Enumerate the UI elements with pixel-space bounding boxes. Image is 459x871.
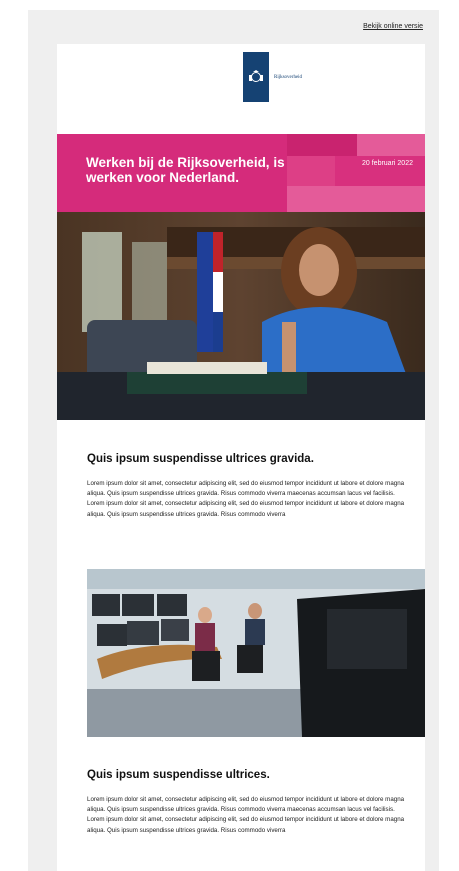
crest-icon bbox=[243, 52, 269, 102]
view-online-link[interactable]: Bekijk online versie bbox=[363, 23, 423, 30]
section-body: Lorem ipsum dolor sit amet, consectetur … bbox=[87, 480, 405, 518]
section-heading: Quis ipsum suspendisse ultrices gravida. bbox=[87, 453, 314, 465]
header-banner: Werken bij de Rijksoverheid, is werken v… bbox=[57, 134, 425, 212]
rijksoverheid-logo: Rijksoverheid bbox=[243, 52, 302, 102]
email-card: Rijksoverheid Werken bij de Rijksoverhei… bbox=[57, 44, 425, 871]
logo-wordmark: Rijksoverheid bbox=[274, 74, 303, 80]
banner-title: Werken bij de Rijksoverheid, is werken v… bbox=[86, 155, 285, 185]
banner-date: 20 februari 2022 bbox=[362, 160, 413, 167]
section-heading: Quis ipsum suspendisse ultrices. bbox=[87, 769, 270, 781]
hero-image bbox=[57, 212, 425, 420]
control-room-image bbox=[87, 569, 425, 737]
email-frame: Bekijk online versie Rijksoverheid Werke… bbox=[28, 10, 439, 871]
section-body: Lorem ipsum dolor sit amet, consectetur … bbox=[87, 796, 405, 834]
